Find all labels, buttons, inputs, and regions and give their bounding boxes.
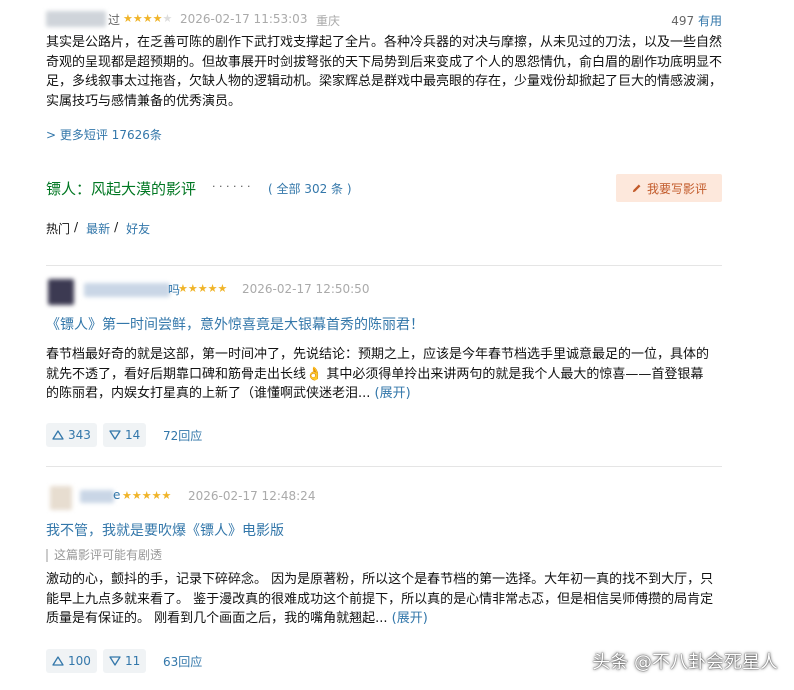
write-review-label: 我要写影评 — [646, 181, 707, 196]
top-review-useful[interactable]: 497 有用 — [671, 12, 722, 29]
thumb-down-icon — [109, 656, 121, 666]
top-review-stars: ★★★★★ — [123, 12, 173, 25]
spoiler-warning-text: 这篇影评可能有剧透 — [54, 548, 163, 562]
avatar[interactable] — [50, 486, 72, 510]
reply-link[interactable]: 63回应 — [163, 653, 202, 670]
spoiler-warning: 这篇影评可能有剧透 — [46, 549, 162, 562]
thumb-down-icon — [109, 430, 121, 440]
upvote-button[interactable]: 100 — [46, 649, 97, 673]
review-stars: ★★★★★ — [122, 489, 172, 502]
downvote-button[interactable]: 14 — [103, 423, 147, 447]
useful-label: 有用 — [697, 14, 722, 28]
upvote-count: 100 — [68, 654, 91, 668]
filter-sep: / — [74, 220, 79, 234]
downvote-count: 14 — [125, 428, 141, 442]
section-header: 镖人：风起大漠的影评 · · · · · · ( 全部 302 条 ) 我要写影… — [46, 174, 722, 202]
review-stars: ★★★★★ — [178, 282, 228, 295]
top-review-user[interactable] — [46, 11, 106, 27]
avatar[interactable] — [48, 279, 74, 305]
divider — [46, 466, 722, 467]
divider — [46, 265, 722, 266]
pencil-icon — [632, 184, 641, 192]
thumb-up-icon — [52, 656, 64, 666]
top-review-location: 重庆 — [316, 14, 341, 28]
thumb-up-icon — [52, 430, 64, 440]
review-item: 吗 ★★★★★ 2026-02-17 12:50:50 《镖人》第一时间尝鲜，意… — [46, 276, 722, 451]
review-title[interactable]: 《镖人》第一时间尝鲜，意外惊喜竟是大银幕首秀的陈丽君！ — [46, 314, 424, 334]
review-text: 春节档最好奇的就是这部，第一时间冲了，先说结论：预期之上，应该是今年春节档选手里… — [46, 345, 716, 404]
useful-count: 497 — [671, 14, 695, 28]
review-item: e ★★★★★ 2026-02-17 12:48:24 我不管，我就是要吹爆《镖… — [46, 484, 722, 674]
expand-link[interactable]: (展开) — [392, 611, 428, 626]
review-username[interactable] — [80, 490, 114, 503]
top-review-text: 其实是公路片，在乏善可陈的剧作下武打戏支撑起了全片。各种冷兵器的对决与摩擦，从未… — [46, 35, 723, 109]
more-short-reviews-link[interactable]: > 更多短评 17626条 — [46, 126, 162, 143]
write-review-button[interactable]: 我要写影评 — [616, 174, 722, 202]
review-username-suffix: e — [113, 488, 121, 502]
review-filter-bar: 热门 / 最新 / 好友 — [46, 220, 150, 237]
top-review-header: 过 ★★★★★ 2026-02-17 11:53:03 重庆 497 有用 — [46, 11, 722, 29]
reply-link[interactable]: 72回应 — [163, 427, 202, 444]
downvote-count: 11 — [125, 654, 141, 668]
top-review-user-suffix: 过 — [108, 13, 121, 27]
filter-latest[interactable]: 最新 — [86, 220, 110, 237]
watermark: 头条 @不八卦会死星人 — [592, 652, 778, 673]
review-text-body: 激动的心，颤抖的手，记录下碎碎念。 因为是原著粉，所以这个是春节档的第一选择。大… — [46, 572, 714, 626]
expand-link[interactable]: (展开) — [375, 386, 411, 401]
downvote-button[interactable]: 11 — [103, 649, 147, 673]
review-datetime: 2026-02-17 12:50:50 — [242, 282, 370, 296]
upvote-button[interactable]: 343 — [46, 423, 97, 447]
section-title[interactable]: 镖人：风起大漠的影评 — [46, 178, 196, 199]
review-datetime: 2026-02-17 12:48:24 — [188, 489, 316, 503]
filter-friends[interactable]: 好友 — [126, 220, 150, 237]
section-dots: · · · · · · — [212, 180, 251, 193]
filter-sep: / — [114, 220, 119, 234]
section-count[interactable]: ( 全部 302 条 ) — [268, 180, 352, 197]
filter-hot[interactable]: 热门 — [46, 220, 70, 237]
upvote-count: 343 — [68, 428, 91, 442]
review-username[interactable] — [84, 283, 170, 297]
review-text: 激动的心，颤抖的手，记录下碎碎念。 因为是原著粉，所以这个是春节档的第一选择。大… — [46, 570, 716, 629]
top-review-datetime: 2026-02-17 11:53:03 — [180, 12, 308, 26]
review-title[interactable]: 我不管，我就是要吹爆《镖人》电影版 — [46, 520, 284, 540]
